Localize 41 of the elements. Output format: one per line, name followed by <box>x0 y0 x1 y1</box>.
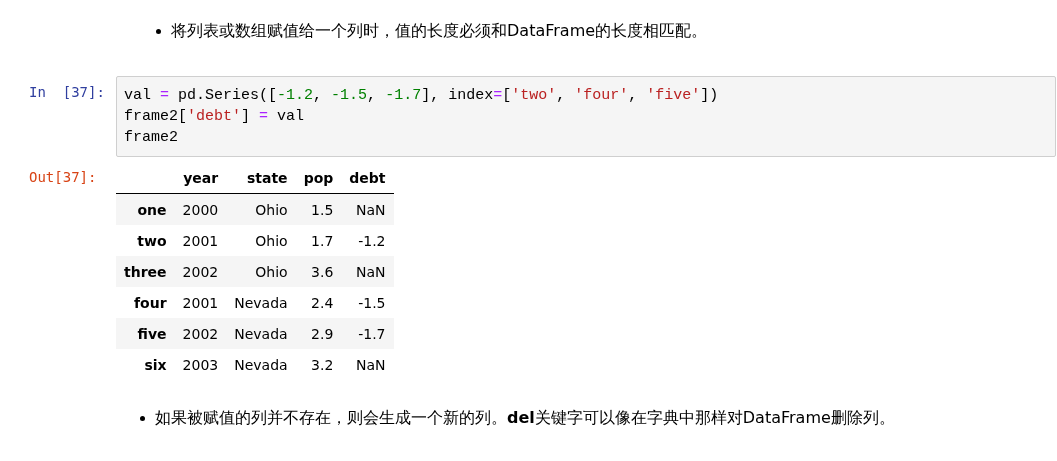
bullet-text: 将列表或数组赋值给一个列时，值的长度必须和DataFrame的长度相匹配。 <box>171 21 708 42</box>
row-index: three <box>116 256 175 287</box>
table-cell: -1.7 <box>341 318 394 349</box>
table-cell: Ohio <box>226 256 296 287</box>
table-cell: Ohio <box>226 225 296 256</box>
table-cell: 2.9 <box>295 318 342 349</box>
column-header: year <box>174 163 227 194</box>
table-cell: Nevada <box>226 318 296 349</box>
table-cell: Ohio <box>226 193 296 225</box>
row-index: five <box>116 318 175 349</box>
table-cell: Nevada <box>226 287 296 318</box>
table-cell: 2001 <box>174 225 227 256</box>
table-cell: 2000 <box>174 193 227 225</box>
table-cell: NaN <box>341 256 394 287</box>
table-cell: 2002 <box>174 256 227 287</box>
table-cell: Nevada <box>226 349 296 380</box>
table-cell: -1.5 <box>341 287 394 318</box>
input-prompt: In [37]: <box>28 83 106 102</box>
bullet-icon <box>156 29 161 34</box>
code-cell[interactable]: val = pd.Series([-1.2, -1.5, -1.7], index=['two', 'four', 'five']) frame2['debt'] = val frame2 <box>116 76 1056 157</box>
table-cell: -1.2 <box>341 225 394 256</box>
table-cell: 2002 <box>174 318 227 349</box>
table-cell: 1.5 <box>295 193 342 225</box>
row-index: six <box>116 349 175 380</box>
bullet-text: 如果被赋值的列并不存在，则会生成一个新的列。del关键字可以像在字典中那样对DataFrame删除列。 <box>155 408 895 429</box>
column-header: debt <box>341 163 394 194</box>
table-cell: 2003 <box>174 349 227 380</box>
row-index: one <box>116 193 175 225</box>
table-cell: NaN <box>341 349 394 380</box>
row-index: two <box>116 225 175 256</box>
table-cell: 3.6 <box>295 256 342 287</box>
column-header: pop <box>295 163 342 194</box>
table-cell: 2001 <box>174 287 227 318</box>
table-cell: NaN <box>341 193 394 225</box>
column-header: state <box>226 163 296 194</box>
row-index: four <box>116 287 175 318</box>
table-cell: 3.2 <box>295 349 342 380</box>
table-cell: 1.7 <box>295 225 342 256</box>
bullet-icon <box>140 416 145 421</box>
table-cell: 2.4 <box>295 287 342 318</box>
output-prompt: Out[37]: <box>28 168 98 187</box>
